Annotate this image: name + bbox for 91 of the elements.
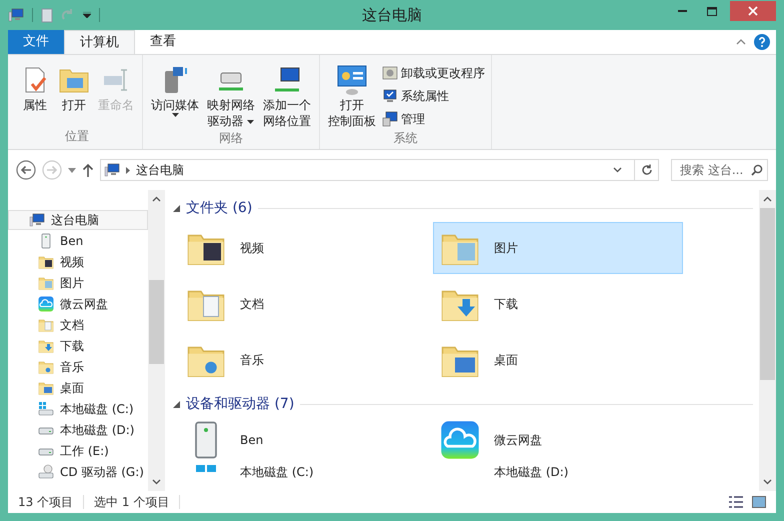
computer-icon bbox=[104, 162, 120, 178]
cloud-app-icon bbox=[440, 420, 480, 460]
address-bar[interactable]: 这台电脑 bbox=[100, 159, 659, 181]
folder-icon bbox=[38, 254, 54, 270]
ribbon-button[interactable]: 打开 bbox=[56, 63, 92, 127]
status-item-count: 13 个项目 bbox=[18, 494, 74, 511]
nav-item[interactable]: 这台电脑 bbox=[8, 210, 148, 230]
ribbon-button[interactable]: 系统属性 bbox=[382, 87, 485, 105]
nav-item[interactable]: 下载 bbox=[8, 335, 148, 356]
refresh-icon bbox=[640, 164, 652, 176]
control-panel-icon bbox=[336, 64, 368, 96]
help-icon[interactable] bbox=[754, 34, 770, 50]
nav-item[interactable]: CD 驱动器 (G:) bbox=[8, 461, 148, 482]
window-title: 这台电脑 bbox=[362, 4, 422, 26]
collapse-triangle-icon[interactable] bbox=[173, 400, 180, 408]
group-header: 设备和驱动器 (7) bbox=[186, 394, 294, 414]
breadcrumb-arrow-icon bbox=[126, 166, 130, 174]
minimize-icon bbox=[678, 10, 686, 12]
ribbon-button[interactable]: 打开 控制面板 bbox=[326, 63, 378, 129]
search-icon bbox=[751, 164, 763, 176]
device-tile[interactable]: Ben bbox=[179, 418, 429, 462]
search-input[interactable]: 搜索 这台... bbox=[680, 161, 746, 179]
nav-item[interactable]: 文档 bbox=[8, 314, 148, 335]
maximize-icon bbox=[707, 6, 717, 16]
ribbon-button[interactable]: 访问媒体 bbox=[149, 63, 201, 129]
folder-icon bbox=[38, 316, 54, 332]
collapse-ribbon-icon[interactable] bbox=[736, 39, 746, 45]
ribbon-button[interactable]: 映射网络 驱动器 bbox=[205, 63, 257, 129]
ribbon-tab[interactable]: 计算机 bbox=[64, 30, 135, 54]
nav-item[interactable]: 视频 bbox=[8, 251, 148, 272]
folder-tile[interactable]: 下载 bbox=[433, 278, 683, 330]
dropdown-chevron-icon[interactable] bbox=[613, 167, 622, 173]
nav-item[interactable]: 图片 bbox=[8, 272, 148, 293]
folder-icon bbox=[38, 358, 54, 374]
computer-icon bbox=[29, 212, 45, 228]
nav-item[interactable]: 桌面 bbox=[8, 377, 148, 398]
folder-tile[interactable]: 音乐 bbox=[179, 334, 429, 386]
scroll-up-icon[interactable] bbox=[763, 196, 772, 202]
folder-tile[interactable]: 图片 bbox=[433, 222, 683, 274]
nav-item[interactable]: 音乐 bbox=[8, 356, 148, 377]
folder-icon bbox=[38, 274, 54, 290]
windows-logo-icon bbox=[196, 465, 216, 472]
nav-item[interactable]: 工作 (E:) bbox=[8, 440, 148, 461]
nav-item[interactable]: 微云网盘 bbox=[8, 293, 148, 314]
folder-icon bbox=[38, 338, 54, 354]
programs-icon bbox=[382, 65, 398, 81]
ribbon-group-label: 网络 bbox=[218, 130, 244, 147]
ribbon-button[interactable]: 卸载或更改程序 bbox=[382, 64, 485, 82]
manage-icon bbox=[382, 111, 398, 127]
status-selection: 选中 1 个项目 bbox=[94, 494, 170, 511]
cloud-app-icon bbox=[38, 296, 54, 312]
ribbon-button[interactable]: 添加一个 网络位置 bbox=[261, 63, 313, 129]
address-path: 这台电脑 bbox=[136, 162, 184, 179]
system-properties-icon bbox=[382, 88, 398, 104]
nav-item[interactable]: Ben bbox=[8, 230, 148, 251]
ribbon-group-label: 位置 bbox=[64, 128, 90, 145]
up-arrow-icon[interactable] bbox=[82, 163, 94, 177]
windows-drive-icon bbox=[38, 400, 54, 416]
cd-drive-icon bbox=[38, 464, 54, 480]
scroll-up-icon[interactable] bbox=[152, 196, 161, 202]
close-icon bbox=[748, 6, 758, 16]
nav-item[interactable]: 本地磁盘 (C:) bbox=[8, 398, 148, 419]
device-tile[interactable]: 本地磁盘 (C:) bbox=[179, 462, 429, 480]
folder-icon bbox=[38, 380, 54, 396]
recent-caret-icon[interactable] bbox=[68, 168, 76, 172]
scroll-down-icon[interactable] bbox=[152, 479, 161, 485]
file-tab[interactable]: 文件 bbox=[8, 30, 64, 54]
scrollbar-thumb[interactable] bbox=[760, 208, 775, 380]
back-icon[interactable] bbox=[16, 160, 36, 180]
scroll-down-icon[interactable] bbox=[763, 479, 772, 485]
ribbon-button[interactable]: 管理 bbox=[382, 110, 485, 128]
search-field[interactable]: 搜索 这台... bbox=[671, 159, 768, 181]
folder-tile[interactable]: 桌面 bbox=[433, 334, 683, 386]
computer-icon bbox=[8, 7, 24, 23]
scrollbar[interactable] bbox=[148, 190, 165, 491]
device-tile[interactable]: 微云网盘 bbox=[433, 418, 683, 462]
ribbon-button[interactable]: 属性 bbox=[18, 63, 52, 127]
large-icons-view-icon[interactable] bbox=[752, 496, 766, 508]
device-tile[interactable]: 本地磁盘 (D:) bbox=[433, 462, 683, 480]
ribbon-group-label: 系统 bbox=[392, 130, 418, 147]
dropdown-caret-icon[interactable] bbox=[83, 12, 91, 18]
close-button[interactable] bbox=[730, 1, 776, 21]
details-view-icon[interactable] bbox=[728, 496, 744, 508]
group-header: 文件夹 (6) bbox=[186, 198, 252, 218]
scrollbar[interactable] bbox=[759, 190, 776, 491]
ribbon-tab[interactable]: 查看 bbox=[135, 30, 191, 54]
collapse-triangle-icon[interactable] bbox=[173, 204, 180, 212]
nav-item[interactable]: 本地磁盘 (D:) bbox=[8, 419, 148, 440]
folder-tile[interactable]: 文档 bbox=[179, 278, 429, 330]
folder-tile[interactable]: 视频 bbox=[179, 222, 429, 274]
scrollbar-thumb[interactable] bbox=[149, 280, 164, 364]
